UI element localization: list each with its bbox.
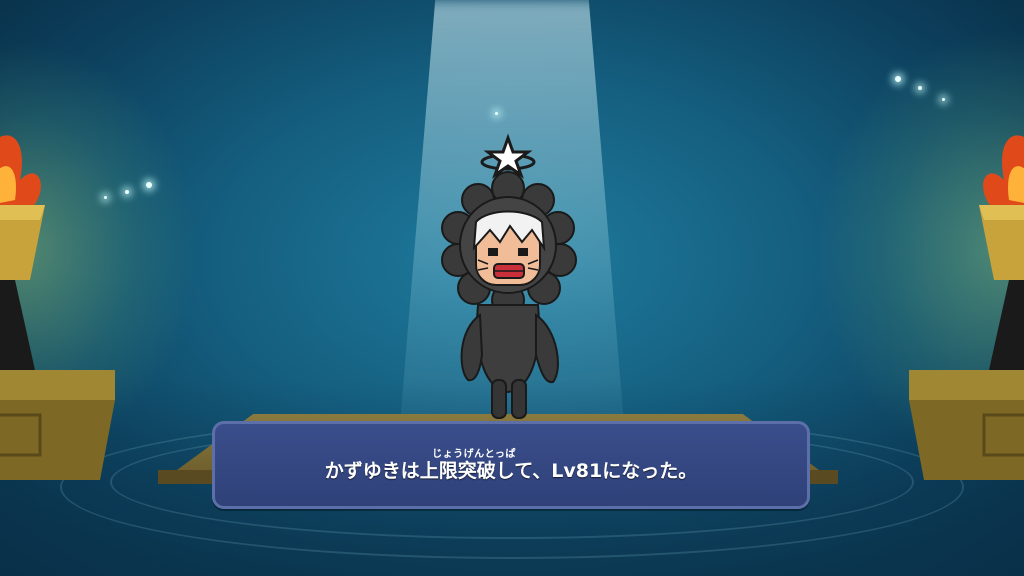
character-kazuyuki	[441, 133, 577, 419]
sparkle-icon	[942, 98, 945, 101]
sparkle-icon	[495, 112, 498, 115]
sparkle-icon	[125, 190, 129, 194]
sparkle-icon	[918, 86, 922, 90]
torch-icon	[909, 135, 1024, 480]
sparkle-icon	[146, 182, 152, 188]
torch-icon	[0, 135, 115, 480]
character-body	[476, 304, 540, 394]
message-text: かずゆきは上限突破して、Lv81になった。	[324, 460, 698, 482]
sparkle-icon	[895, 76, 901, 82]
game-scene: じょうげんとっぱ かずゆきは上限突破して、Lv81になった。	[0, 0, 1024, 576]
